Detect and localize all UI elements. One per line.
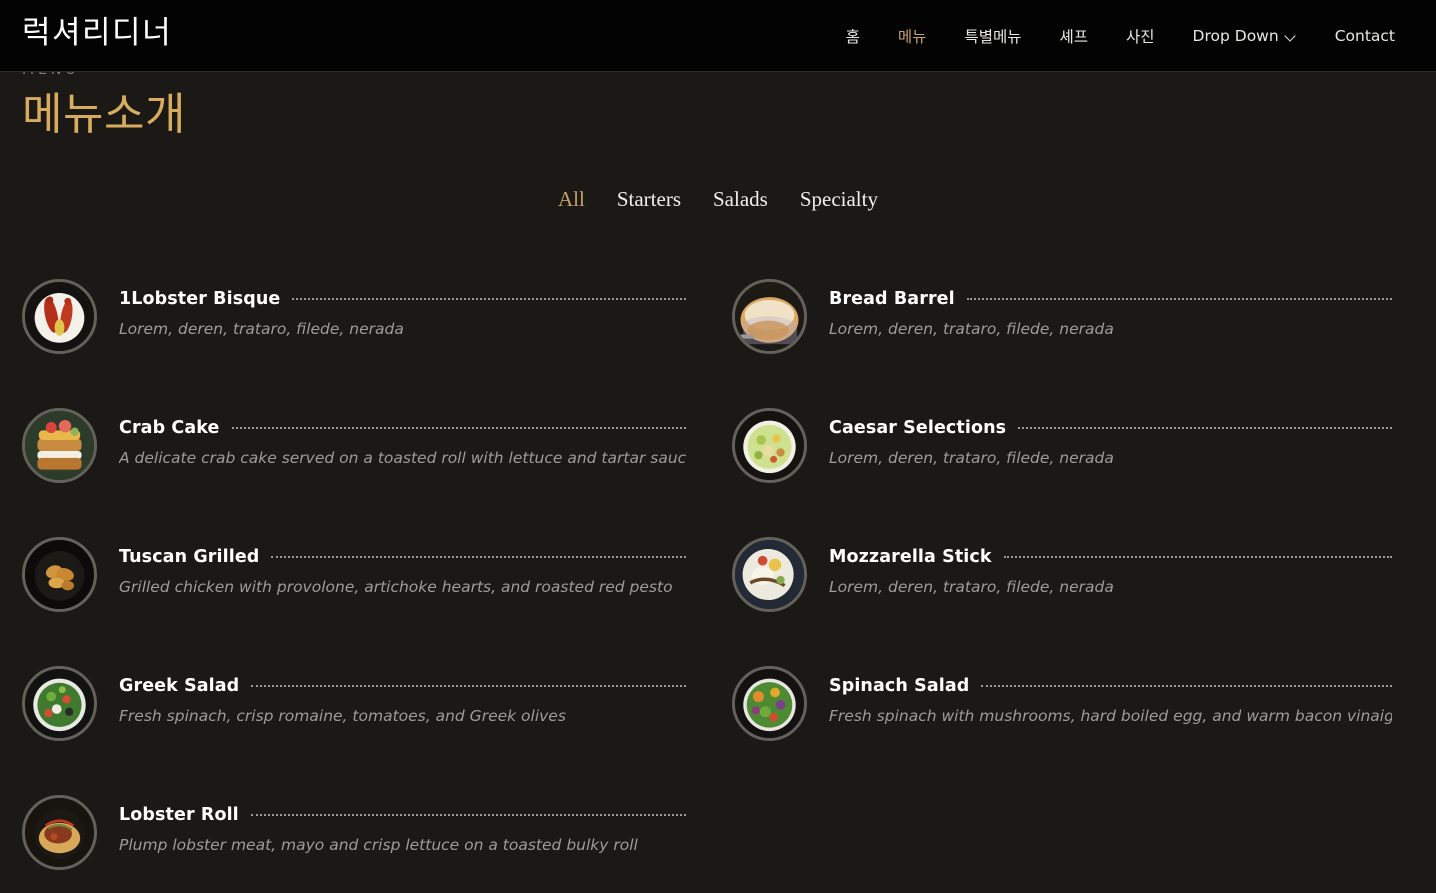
menu-item-thumbnail (22, 666, 97, 741)
page-title: 메뉴소개 (22, 90, 186, 139)
nav-item-2[interactable]: 메뉴 (879, 25, 946, 47)
dotted-leader (250, 814, 686, 816)
menu-item-body: Mozzarella Stick Lorem, deren, trataro, f… (807, 531, 1392, 598)
menu-item-description: Lorem, deren, trataro, filede, nerada (829, 449, 1114, 467)
menu-item-body: Lobster Roll Plump lobster meat, mayo and… (97, 789, 686, 856)
menu-item-thumbnail (22, 408, 97, 483)
menu-item-description: Plump lobster meat, mayo and crisp lettu… (119, 836, 638, 854)
nav-item-1[interactable]: 홈 (827, 25, 879, 47)
menu-filter-bar: All Starters Salads Specialty (0, 185, 1436, 213)
menu-item-title: Crab Cake (119, 418, 220, 438)
nav-item-3[interactable]: 특별메뉴 (945, 25, 1040, 47)
nav-item-7[interactable]: Contact (1316, 27, 1414, 45)
main-navigation: 홈 메뉴 특별메뉴 셰프 사진 Drop Down Contact (827, 0, 1414, 72)
nav-item-6[interactable]: Drop Down (1174, 27, 1316, 45)
menu-item-body: Crab Cake A delicate crab cake served on … (97, 402, 686, 469)
menu-item-title-row: Crab Cake (119, 416, 686, 440)
nav-item-label: Drop Down (1192, 27, 1279, 45)
menu-item-title-row: Tuscan Grilled (119, 545, 686, 569)
menu-item-title: 1Lobster Bisque (119, 289, 281, 309)
brand-logo[interactable]: 럭셔리디너 (22, 11, 172, 56)
nav-item-4[interactable]: 셰프 (1040, 25, 1107, 47)
menu-item-description: Grilled chicken with provolone, artichok… (119, 578, 673, 596)
menu-item-title: Tuscan Grilled (119, 547, 260, 567)
menu-item-title-row: 1Lobster Bisque (119, 287, 686, 311)
menu-item-body: Caesar Selections Lorem, deren, trataro, … (807, 402, 1392, 469)
dotted-leader (966, 298, 1392, 300)
dotted-leader (251, 685, 686, 687)
menu-item[interactable]: Bread Barrel Lorem, deren, trataro, filed… (710, 265, 1416, 394)
menu-item[interactable]: 1Lobster Bisque Lorem, deren, trataro, fi… (0, 265, 710, 394)
menu-item-title-row: Bread Barrel (829, 287, 1392, 311)
menu-item[interactable]: Crab Cake A delicate crab cake served on … (0, 394, 710, 523)
menu-item[interactable]: Lobster Roll Plump lobster meat, mayo and… (0, 781, 710, 893)
menu-item-title: Caesar Selections (829, 418, 1007, 438)
dotted-leader (981, 685, 1392, 687)
nav-item-label: 특별메뉴 (964, 28, 1022, 46)
menu-item-body: Tuscan Grilled Grilled chicken with provo… (97, 531, 686, 598)
menu-item-description: Fresh spinach with mushrooms, hard boile… (829, 707, 1392, 725)
menu-item-body: 1Lobster Bisque Lorem, deren, trataro, fi… (97, 273, 686, 340)
menu-item-title-row: Greek Salad (119, 674, 686, 698)
menu-item-title: Bread Barrel (829, 289, 955, 309)
menu-item[interactable]: Greek Salad Fresh spinach, crisp romaine,… (0, 652, 710, 781)
nav-item-label: 홈 (845, 28, 860, 46)
menu-item-body: Greek Salad Fresh spinach, crisp romaine,… (97, 660, 686, 727)
nav-item-label: 메뉴 (897, 28, 927, 46)
menu-item-grid: 1Lobster Bisque Lorem, deren, trataro, fi… (0, 265, 1436, 893)
menu-item-title-row: Caesar Selections (829, 416, 1392, 440)
menu-item-thumbnail (732, 666, 807, 741)
dotted-leader (1018, 427, 1392, 429)
dotted-leader (292, 298, 686, 300)
menu-item[interactable]: Caesar Selections Lorem, deren, trataro, … (710, 394, 1416, 523)
menu-item-title: Spinach Salad (829, 676, 970, 696)
menu-item-title: Lobster Roll (119, 805, 239, 825)
nav-item-label: 사진 (1126, 28, 1155, 46)
menu-item-thumbnail (732, 408, 807, 483)
dotted-leader (1003, 556, 1392, 558)
menu-item-title-row: Spinach Salad (829, 674, 1392, 698)
filter-tab-all[interactable]: All (542, 185, 601, 213)
menu-item-body: Spinach Salad Fresh spinach with mushroom… (807, 660, 1392, 727)
menu-item-description: Lorem, deren, trataro, filede, nerada (119, 320, 404, 338)
menu-item-title-row: Mozzarella Stick (829, 545, 1392, 569)
menu-item-body: Bread Barrel Lorem, deren, trataro, filed… (807, 273, 1392, 340)
menu-item[interactable]: Spinach Salad Fresh spinach with mushroom… (710, 652, 1416, 781)
dotted-leader (271, 556, 686, 558)
menu-item-description: Fresh spinach, crisp romaine, tomatoes, … (119, 707, 566, 725)
chevron-down-icon (1286, 32, 1297, 43)
menu-item-thumbnail (22, 795, 97, 870)
menu-item-description: Lorem, deren, trataro, filede, nerada (829, 320, 1114, 338)
menu-item[interactable]: Tuscan Grilled Grilled chicken with provo… (0, 523, 710, 652)
menu-item-title: Mozzarella Stick (829, 547, 992, 567)
filter-tab-salads[interactable]: Salads (697, 185, 784, 213)
menu-item-thumbnail (22, 279, 97, 354)
menu-item-thumbnail (732, 279, 807, 354)
menu-item-description: Lorem, deren, trataro, filede, nerada (829, 578, 1114, 596)
dotted-leader (231, 427, 686, 429)
site-header: 럭셔리디너 홈 메뉴 특별메뉴 셰프 사진 Drop Down Contact (0, 0, 1436, 72)
menu-item[interactable]: Mozzarella Stick Lorem, deren, trataro, f… (710, 523, 1416, 652)
menu-item-description: A delicate crab cake served on a toasted… (119, 449, 686, 467)
menu-item-thumbnail (22, 537, 97, 612)
menu-item-thumbnail (732, 537, 807, 612)
filter-tab-specialty[interactable]: Specialty (784, 185, 894, 213)
nav-item-label: Contact (1334, 27, 1395, 45)
menu-item-title: Greek Salad (119, 676, 240, 696)
nav-item-label: 셰프 (1059, 28, 1089, 46)
filter-tab-starters[interactable]: Starters (601, 185, 697, 213)
nav-item-5[interactable]: 사진 (1107, 25, 1174, 47)
menu-item-title-row: Lobster Roll (119, 803, 686, 827)
